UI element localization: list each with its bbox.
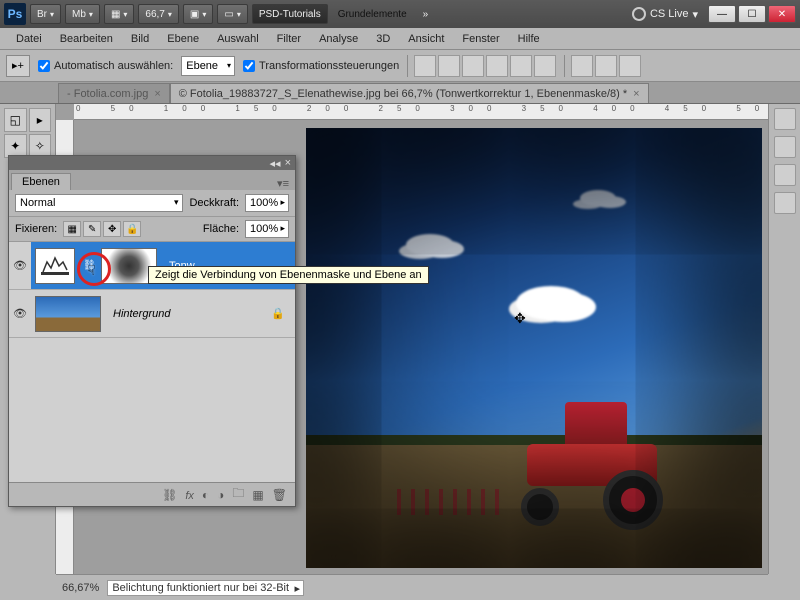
minibridge-button[interactable]: Mb <box>65 4 100 24</box>
panel-grip[interactable]: ◂◂ × <box>9 156 295 170</box>
layers-panel: ◂◂ × Ebenen ▾≡ Normal Deckkraft: 100% Fixi… <box>8 155 296 507</box>
tool-move[interactable]: ◱ <box>4 108 27 132</box>
window-maximize-button[interactable]: ☐ <box>738 5 766 23</box>
tooltip: Zeigt die Verbindung von Ebenenmaske und… <box>148 266 429 284</box>
close-tab-icon[interactable]: × <box>154 88 160 100</box>
move-tool-icon[interactable]: ▸+ <box>6 55 30 77</box>
layer-name[interactable]: Hintergrund <box>105 308 170 320</box>
app-logo-icon: Ps <box>4 3 26 25</box>
panel-icon-3[interactable] <box>774 164 796 186</box>
transform-controls-checkbox[interactable]: Transformationssteuerungen <box>243 60 399 72</box>
menu-bar: Datei Bearbeiten Bild Ebene Auswahl Filt… <box>0 28 800 50</box>
options-bar: ▸+ Automatisch auswählen: Ebene Transfor… <box>0 50 800 82</box>
app-chrome: Ps Br Mb ▦ 66,7 ▣ ▭ PSD-Tutorials Grunde… <box>0 0 800 28</box>
menu-fenster[interactable]: Fenster <box>454 31 507 47</box>
auto-select-checkbox[interactable]: Automatisch auswählen: <box>38 60 173 72</box>
align-bottom-icon[interactable] <box>462 55 484 77</box>
menu-auswahl[interactable]: Auswahl <box>209 31 267 47</box>
visibility-toggle-icon[interactable]: 👁 <box>9 242 31 289</box>
blend-mode-select[interactable]: Normal <box>15 194 183 212</box>
layers-tab[interactable]: Ebenen <box>11 173 71 190</box>
fx-icon[interactable]: fx <box>185 488 194 502</box>
pointer-cursor-icon: ☟ <box>87 262 96 279</box>
tool-move2[interactable]: ▸ <box>29 108 52 132</box>
align-right-icon[interactable] <box>534 55 556 77</box>
align-hcenter-icon[interactable] <box>510 55 532 77</box>
status-zoom[interactable]: 66,67% <box>62 582 99 594</box>
distribute-3-icon[interactable] <box>619 55 641 77</box>
more-workspaces[interactable]: » <box>417 4 435 24</box>
arrange-docs-button[interactable]: ▣ <box>183 4 213 24</box>
opacity-label: Deckkraft: <box>189 197 239 209</box>
menu-filter[interactable]: Filter <box>269 31 309 47</box>
panel-close-icon[interactable]: × <box>285 157 291 169</box>
panel-collapse-icon[interactable]: ◂◂ <box>270 157 281 170</box>
panel-icon-4[interactable] <box>774 192 796 214</box>
screen-mode-button[interactable]: ▭ <box>217 4 247 24</box>
opacity-field[interactable]: 100% <box>245 194 289 212</box>
new-layer-icon[interactable]: ▦ <box>252 488 263 502</box>
document-name[interactable]: Grundelemente <box>332 4 413 24</box>
fill-label: Fläche: <box>203 223 239 235</box>
align-vcenter-icon[interactable] <box>438 55 460 77</box>
lock-transparency-icon[interactable]: ▦ <box>63 221 81 237</box>
window-close-button[interactable]: ✕ <box>768 5 796 23</box>
cursor-crosshair-icon: ✥ <box>514 310 526 327</box>
zoom-level-field[interactable]: 66,7 <box>138 4 178 24</box>
mask-icon[interactable]: ◐ <box>202 488 209 502</box>
status-bar: 66,67% Belichtung funktioniert nur bei 3… <box>56 574 768 600</box>
delete-layer-icon[interactable]: 🗑 <box>272 488 287 502</box>
distribute-icons <box>564 55 641 77</box>
adjustment-icon[interactable]: ◑ <box>217 488 224 502</box>
lock-icon: 🔒 <box>271 307 285 320</box>
menu-bild[interactable]: Bild <box>123 31 157 47</box>
distribute-1-icon[interactable] <box>571 55 593 77</box>
ruler-horizontal[interactable]: 0 50 100 150 200 250 300 350 400 450 500… <box>74 104 768 120</box>
lock-label: Fixieren: <box>15 223 57 235</box>
cslive-icon <box>632 7 646 21</box>
view-extras-button[interactable]: ▦ <box>104 4 134 24</box>
align-top-icon[interactable] <box>414 55 436 77</box>
menu-ebene[interactable]: Ebene <box>159 31 207 47</box>
panel-menu-icon[interactable]: ▾≡ <box>271 177 295 190</box>
layers-footer: ⛓ fx ◐ ◑ 🗀 ▦ 🗑 <box>9 482 295 506</box>
align-left-icon[interactable] <box>486 55 508 77</box>
link-layers-icon[interactable]: ⛓ <box>162 488 177 502</box>
layer-thumb[interactable] <box>35 296 101 332</box>
menu-datei[interactable]: Datei <box>8 31 50 47</box>
workspace-label[interactable]: PSD-Tutorials <box>252 4 328 24</box>
doc-tab-inactive[interactable]: - Fotolia.com.jpg× <box>58 83 170 103</box>
menu-ansicht[interactable]: Ansicht <box>400 31 452 47</box>
lock-position-icon[interactable]: ✥ <box>103 221 121 237</box>
panel-icon-1[interactable] <box>774 108 796 130</box>
group-icon[interactable]: 🗀 <box>232 484 244 505</box>
adjustment-thumb[interactable] <box>35 248 75 284</box>
fill-field[interactable]: 100% <box>245 220 289 238</box>
image-content <box>306 128 762 568</box>
panel-icon-2[interactable] <box>774 136 796 158</box>
window-minimize-button[interactable]: — <box>708 5 736 23</box>
lock-pixels-icon[interactable]: ✎ <box>83 221 101 237</box>
layer-background[interactable]: 👁 Hintergrund 🔒 <box>9 290 295 338</box>
doc-tab-active[interactable]: © Fotolia_19883727_S_Elenathewise.jpg be… <box>170 83 649 103</box>
close-tab-icon[interactable]: × <box>633 88 639 100</box>
menu-analyse[interactable]: Analyse <box>311 31 366 47</box>
auto-select-mode[interactable]: Ebene <box>181 56 235 76</box>
menu-hilfe[interactable]: Hilfe <box>510 31 548 47</box>
status-info[interactable]: Belichtung funktioniert nur bei 32-Bit <box>107 580 304 596</box>
document-tabs: - Fotolia.com.jpg× © Fotolia_19883727_S_… <box>0 82 800 104</box>
menu-3d[interactable]: 3D <box>368 31 398 47</box>
visibility-toggle-icon[interactable]: 👁 <box>9 307 31 320</box>
lock-all-icon[interactable]: 🔒 <box>123 221 141 237</box>
menu-bearbeiten[interactable]: Bearbeiten <box>52 31 121 47</box>
right-dock <box>768 104 800 574</box>
bridge-button[interactable]: Br <box>30 4 61 24</box>
cslive-button[interactable]: CS Live ▾ <box>632 7 698 21</box>
align-icons <box>407 55 556 77</box>
distribute-2-icon[interactable] <box>595 55 617 77</box>
